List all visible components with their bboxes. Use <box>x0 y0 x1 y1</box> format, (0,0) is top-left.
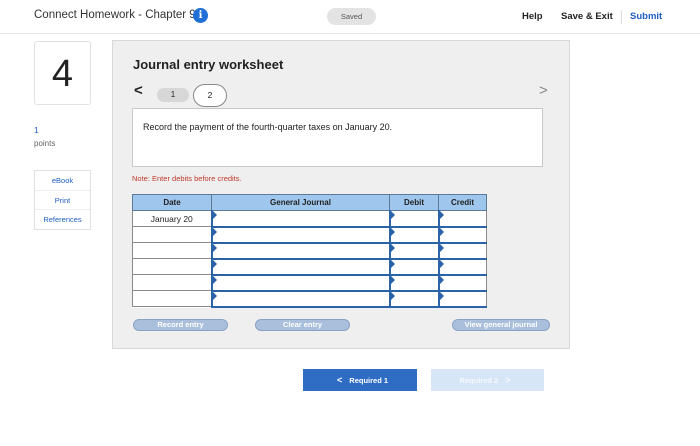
date-cell <box>132 290 212 307</box>
entry-tab-2[interactable]: 2 <box>193 84 227 107</box>
top-header: Connect Homework - Chapter 9 i Saved Hel… <box>0 0 700 34</box>
points-label: points <box>34 139 56 148</box>
credit-input[interactable] <box>437 274 487 292</box>
view-general-journal-button[interactable]: View general journal <box>452 319 550 331</box>
save-exit-link[interactable]: Save & Exit <box>561 11 613 22</box>
table-row <box>132 258 487 276</box>
table-row <box>132 274 487 292</box>
chevron-right-icon: > <box>505 375 511 385</box>
credit-input[interactable] <box>437 210 487 228</box>
table-header-row: Date General Journal Debit Credit <box>132 194 487 211</box>
debit-input[interactable] <box>388 226 439 244</box>
date-cell <box>132 226 212 243</box>
credit-input[interactable] <box>437 258 487 276</box>
journal-worksheet-panel: Journal entry worksheet < 1 2 > Record t… <box>112 40 570 349</box>
references-link[interactable]: References <box>35 209 90 228</box>
required-2-button[interactable]: Required 2 > <box>431 369 544 391</box>
chevron-left-icon: < <box>336 375 343 385</box>
credit-input[interactable] <box>437 242 487 260</box>
date-cell <box>132 258 212 275</box>
account-input[interactable] <box>210 242 390 260</box>
entry-note: Note: Enter debits before credits. <box>132 174 242 183</box>
record-entry-button[interactable]: Record entry <box>133 319 228 331</box>
account-input[interactable] <box>210 210 390 228</box>
header-divider <box>621 10 622 24</box>
debit-input[interactable] <box>388 274 439 292</box>
question-number: 4 <box>34 41 91 105</box>
info-icon[interactable]: i <box>193 8 208 23</box>
resource-links: eBook Print References <box>34 170 91 230</box>
app-root: Connect Homework - Chapter 9 i Saved Hel… <box>0 0 700 446</box>
required-1-label: Required 1 <box>349 376 389 385</box>
transaction-prompt: Record the payment of the fourth-quarter… <box>143 122 393 132</box>
table-row <box>132 290 487 308</box>
submit-link[interactable]: Submit <box>630 11 662 22</box>
account-input[interactable] <box>210 274 390 292</box>
required-1-button[interactable]: < Required 1 <box>303 369 417 391</box>
entry-tab-1[interactable]: 1 <box>157 88 189 102</box>
points-value: 1 <box>34 125 39 135</box>
general-journal-column-header: General Journal <box>211 194 390 211</box>
saved-status-badge: Saved <box>327 8 376 25</box>
debit-column-header: Debit <box>389 194 439 211</box>
transaction-prompt-box: Record the payment of the fourth-quarter… <box>132 108 543 167</box>
ebook-link[interactable]: eBook <box>35 171 90 190</box>
date-column-header: Date <box>132 194 212 211</box>
debit-input[interactable] <box>388 210 439 228</box>
table-row <box>132 226 487 244</box>
prev-entry-chevron-icon[interactable]: < <box>134 82 143 99</box>
account-input[interactable] <box>210 258 390 276</box>
date-cell: January 20 <box>132 210 212 227</box>
print-link[interactable]: Print <box>35 190 90 209</box>
account-input[interactable] <box>210 290 390 308</box>
credit-column-header: Credit <box>438 194 487 211</box>
assignment-title: Connect Homework - Chapter 9 <box>34 9 196 21</box>
table-row: January 20 <box>132 210 487 228</box>
next-entry-chevron-icon[interactable]: > <box>539 82 548 99</box>
account-input[interactable] <box>210 226 390 244</box>
debit-input[interactable] <box>388 242 439 260</box>
required-2-label: Required 2 <box>459 376 499 385</box>
date-cell <box>132 242 212 259</box>
table-row <box>132 242 487 260</box>
clear-entry-button[interactable]: Clear entry <box>255 319 350 331</box>
debit-input[interactable] <box>388 290 439 308</box>
help-link[interactable]: Help <box>522 11 543 22</box>
journal-entry-table: Date General Journal Debit Credit Januar… <box>132 194 487 308</box>
debit-input[interactable] <box>388 258 439 276</box>
credit-input[interactable] <box>437 290 487 308</box>
date-cell <box>132 274 212 291</box>
credit-input[interactable] <box>437 226 487 244</box>
worksheet-title: Journal entry worksheet <box>133 57 284 72</box>
